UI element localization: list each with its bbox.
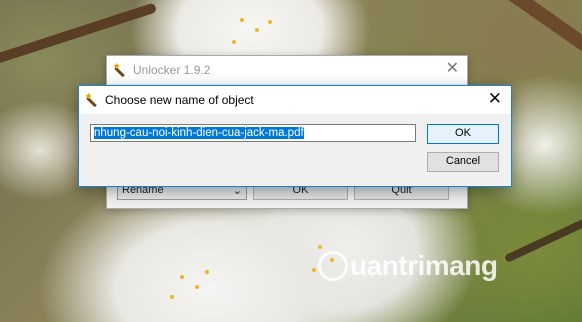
close-icon[interactable]: ✕ (488, 90, 502, 108)
watermark-text: uantrimang (350, 250, 498, 281)
unlocker-titlebar[interactable]: ✦ Unlocker 1.9.2 ✕ (107, 56, 467, 84)
flower-stamen (232, 40, 236, 44)
background-branch (479, 0, 582, 66)
flower-stamen (195, 285, 199, 289)
rename-dialog-titlebar[interactable]: ✦ Choose new name of object ✕ (79, 86, 511, 114)
magic-wand-icon: ✦ (84, 91, 99, 108)
unlocker-title: Unlocker 1.9.2 (133, 63, 211, 77)
flower-stamen (312, 268, 316, 272)
ok-button[interactable]: OK (427, 124, 499, 144)
new-name-input-text: nhung-cau-noi-kinh-dien-cua-jack-ma.pdf (94, 127, 304, 139)
rename-dialog: ✦ Choose new name of object ✕ nhung-cau-… (78, 85, 512, 187)
flower-stamen (180, 275, 184, 279)
rename-dialog-title: Choose new name of object (105, 93, 254, 107)
flower-stamen (255, 28, 259, 32)
watermark: uantrimang (318, 250, 498, 282)
magic-wand-icon: ✦ (112, 61, 127, 78)
background-branch (503, 205, 582, 263)
flower-stamen (268, 20, 272, 24)
flower-stamen (170, 295, 174, 299)
cancel-button[interactable]: Cancel (427, 152, 499, 172)
flower-stamen (318, 245, 322, 249)
new-name-input[interactable]: nhung-cau-noi-kinh-dien-cua-jack-ma.pdf (90, 124, 416, 142)
close-icon[interactable]: ✕ (446, 60, 459, 78)
flower-stamen (205, 270, 209, 274)
flower-stamen (240, 18, 244, 22)
quantrimang-logo-icon (318, 251, 348, 281)
